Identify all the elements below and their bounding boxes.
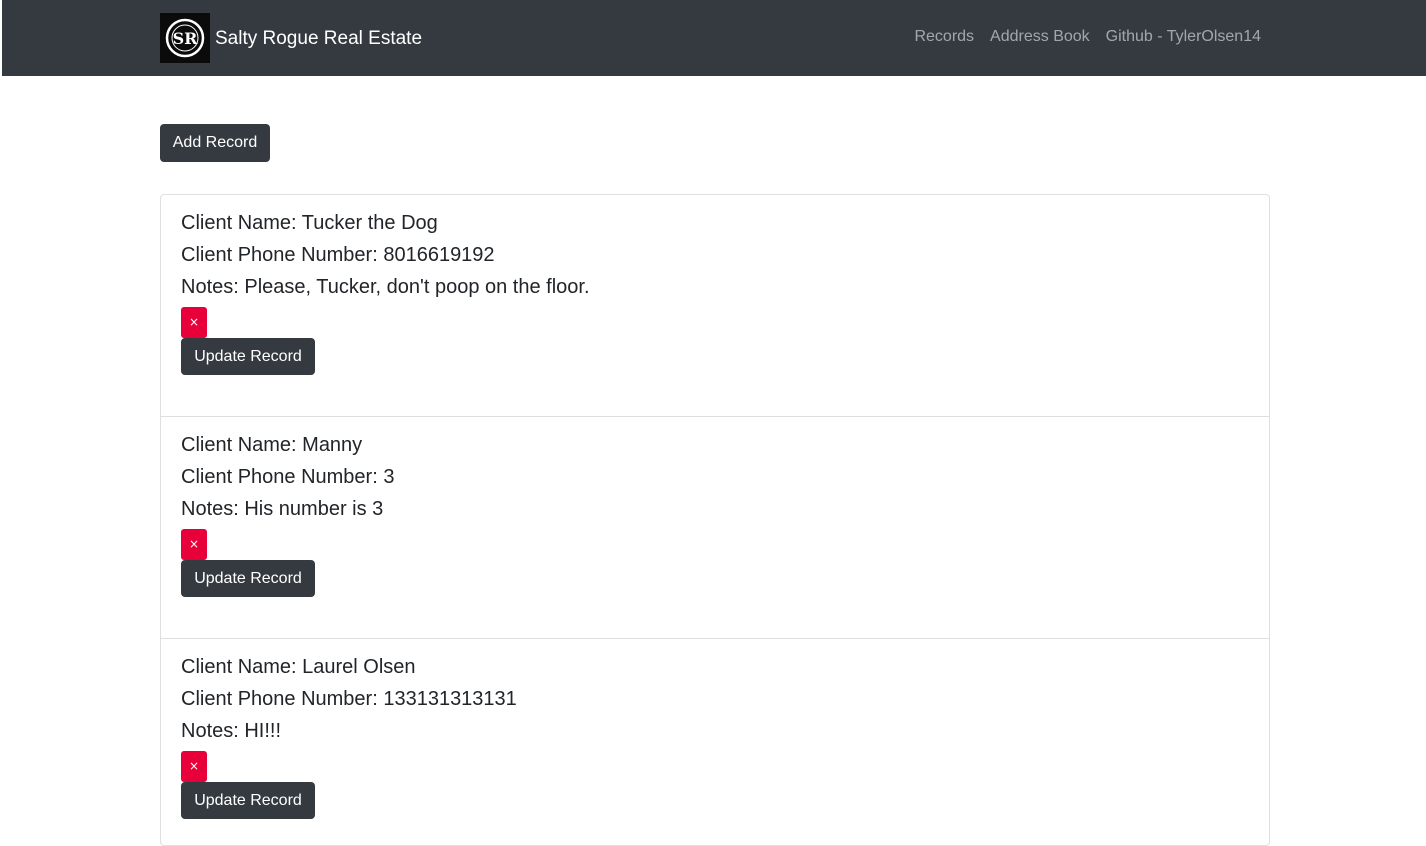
client-notes: Notes: Please, Tucker, don't poop on the… xyxy=(181,276,590,298)
add-record-button[interactable]: Add Record xyxy=(160,124,270,162)
delete-record-button[interactable]: × xyxy=(181,529,207,560)
delete-record-button[interactable]: × xyxy=(181,307,207,338)
client-notes: Notes: HI!!! xyxy=(181,720,282,742)
client-phone: Client Phone Number: 8016619192 xyxy=(181,244,495,266)
nav-link-github[interactable]: Github - TylerOlsen14 xyxy=(1106,28,1261,46)
client-name: Client Name: Tucker the Dog xyxy=(181,212,438,234)
record-item: Client Name: Manny Client Phone Number: … xyxy=(161,417,1269,639)
client-notes: Notes: His number is 3 xyxy=(181,498,384,520)
record-item: Client Name: Tucker the Dog Client Phone… xyxy=(161,195,1269,417)
navbar: SR Salty Rogue Real Estate Records Addre… xyxy=(2,0,1426,76)
brand-name: Salty Rogue Real Estate xyxy=(215,27,423,49)
client-name: Client Name: Laurel Olsen xyxy=(181,656,416,678)
salty-rogue-logo-icon: SR xyxy=(160,13,210,63)
nav-links: Records Address Book Github - TylerOlsen… xyxy=(914,28,1261,46)
update-record-button[interactable]: Update Record xyxy=(181,560,315,597)
update-record-button[interactable]: Update Record xyxy=(181,782,315,819)
svg-text:SR: SR xyxy=(173,29,199,48)
delete-record-button[interactable]: × xyxy=(181,751,207,782)
main-content: Add Record Client Name: Tucker the Dog C… xyxy=(160,124,1270,846)
nav-link-address-book[interactable]: Address Book xyxy=(990,28,1090,46)
client-name: Client Name: Manny xyxy=(181,434,363,456)
client-phone: Client Phone Number: 3 xyxy=(181,466,395,488)
update-record-button[interactable]: Update Record xyxy=(181,338,315,375)
record-item: Client Name: Laurel Olsen Client Phone N… xyxy=(161,639,1269,845)
client-phone: Client Phone Number: 133131313131 xyxy=(181,688,517,710)
record-list: Client Name: Tucker the Dog Client Phone… xyxy=(160,194,1270,846)
nav-link-records[interactable]: Records xyxy=(914,28,974,46)
brand[interactable]: SR Salty Rogue Real Estate xyxy=(160,13,422,63)
